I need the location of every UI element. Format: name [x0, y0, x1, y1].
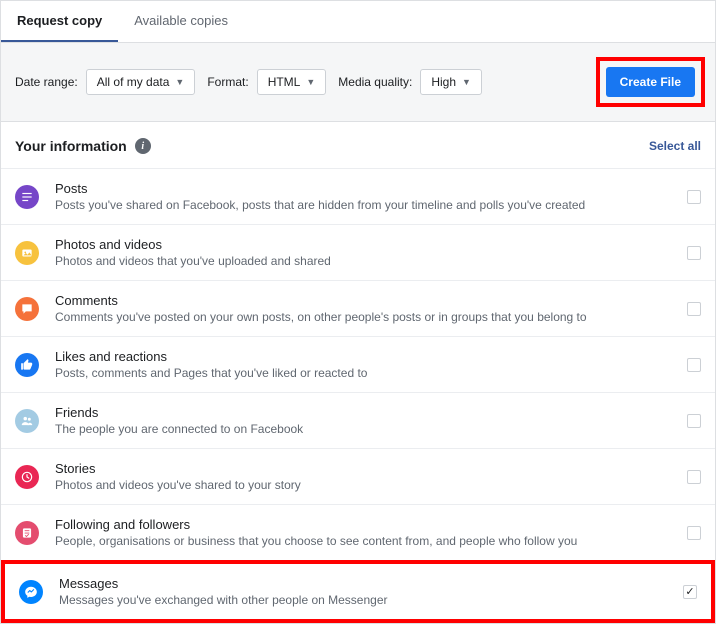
item-desc: Photos and videos you've shared to your …: [55, 478, 675, 492]
info-icon[interactable]: i: [135, 138, 151, 154]
item-body: Friends The people you are connected to o…: [55, 405, 675, 436]
controls-bar: Date range: All of my data ▼ Format: HTM…: [1, 43, 715, 122]
item-desc: Posts you've shared on Facebook, posts t…: [55, 198, 675, 212]
stories-icon: [15, 465, 39, 489]
item-body: Likes and reactions Posts, comments and P…: [55, 349, 675, 380]
item-desc: The people you are connected to on Faceb…: [55, 422, 675, 436]
item-checkbox[interactable]: [687, 358, 701, 372]
item-title: Friends: [55, 405, 675, 420]
section-header: Your information i Select all: [1, 122, 715, 168]
caret-down-icon: ▼: [306, 77, 315, 87]
following-icon: [15, 521, 39, 545]
item-desc: Photos and videos that you've uploaded a…: [55, 254, 675, 268]
format-select[interactable]: HTML ▼: [257, 69, 327, 95]
tab-available-copies[interactable]: Available copies: [118, 1, 244, 42]
caret-down-icon: ▼: [462, 77, 471, 87]
item-body: Following and followers People, organisat…: [55, 517, 675, 548]
create-file-highlight: Create File: [596, 57, 705, 107]
item-body: Comments Comments you've posted on your o…: [55, 293, 675, 324]
item-row[interactable]: Stories Photos and videos you've shared t…: [1, 448, 715, 504]
item-body: Stories Photos and videos you've shared t…: [55, 461, 675, 492]
item-checkbox[interactable]: [687, 246, 701, 260]
item-body: Posts Posts you've shared on Facebook, po…: [55, 181, 675, 212]
item-title: Posts: [55, 181, 675, 196]
item-desc: Messages you've exchanged with other peo…: [59, 593, 671, 607]
date-range-select[interactable]: All of my data ▼: [86, 69, 196, 95]
item-row[interactable]: Posts Posts you've shared on Facebook, po…: [1, 168, 715, 224]
item-row[interactable]: Photos and videos Photos and videos that …: [1, 224, 715, 280]
item-checkbox[interactable]: [683, 585, 697, 599]
date-range-value: All of my data: [97, 75, 170, 89]
item-row[interactable]: Messages Messages you've exchanged with o…: [1, 560, 715, 623]
item-desc: Posts, comments and Pages that you've li…: [55, 366, 675, 380]
item-checkbox[interactable]: [687, 470, 701, 484]
item-title: Following and followers: [55, 517, 675, 532]
create-file-button[interactable]: Create File: [606, 67, 695, 97]
photos-icon: [15, 241, 39, 265]
item-title: Messages: [59, 576, 671, 591]
item-body: Messages Messages you've exchanged with o…: [59, 576, 671, 607]
format-label: Format:: [207, 75, 248, 89]
messages-icon: [19, 580, 43, 604]
tabs: Request copy Available copies: [1, 1, 715, 43]
item-row[interactable]: Following and followers People, organisat…: [1, 504, 715, 560]
item-checkbox[interactable]: [687, 414, 701, 428]
item-checkbox[interactable]: [687, 526, 701, 540]
caret-down-icon: ▼: [175, 77, 184, 87]
item-desc: Comments you've posted on your own posts…: [55, 310, 675, 324]
quality-value: High: [431, 75, 456, 89]
item-row[interactable]: Likes and reactions Posts, comments and P…: [1, 336, 715, 392]
comments-icon: [15, 297, 39, 321]
friends-icon: [15, 409, 39, 433]
likes-icon: [15, 353, 39, 377]
item-checkbox[interactable]: [687, 302, 701, 316]
quality-select[interactable]: High ▼: [420, 69, 482, 95]
format-value: HTML: [268, 75, 301, 89]
date-range-label: Date range:: [15, 75, 78, 89]
item-title: Comments: [55, 293, 675, 308]
item-row[interactable]: Comments Comments you've posted on your o…: [1, 280, 715, 336]
item-desc: People, organisations or business that y…: [55, 534, 675, 548]
section-title: Your information: [15, 138, 127, 154]
item-row[interactable]: Friends The people you are connected to o…: [1, 392, 715, 448]
item-title: Likes and reactions: [55, 349, 675, 364]
item-body: Photos and videos Photos and videos that …: [55, 237, 675, 268]
quality-label: Media quality:: [338, 75, 412, 89]
select-all-link[interactable]: Select all: [649, 139, 701, 153]
tab-request-copy[interactable]: Request copy: [1, 1, 118, 42]
item-title: Photos and videos: [55, 237, 675, 252]
items-list: Posts Posts you've shared on Facebook, po…: [1, 168, 715, 623]
item-checkbox[interactable]: [687, 190, 701, 204]
posts-icon: [15, 185, 39, 209]
item-title: Stories: [55, 461, 675, 476]
